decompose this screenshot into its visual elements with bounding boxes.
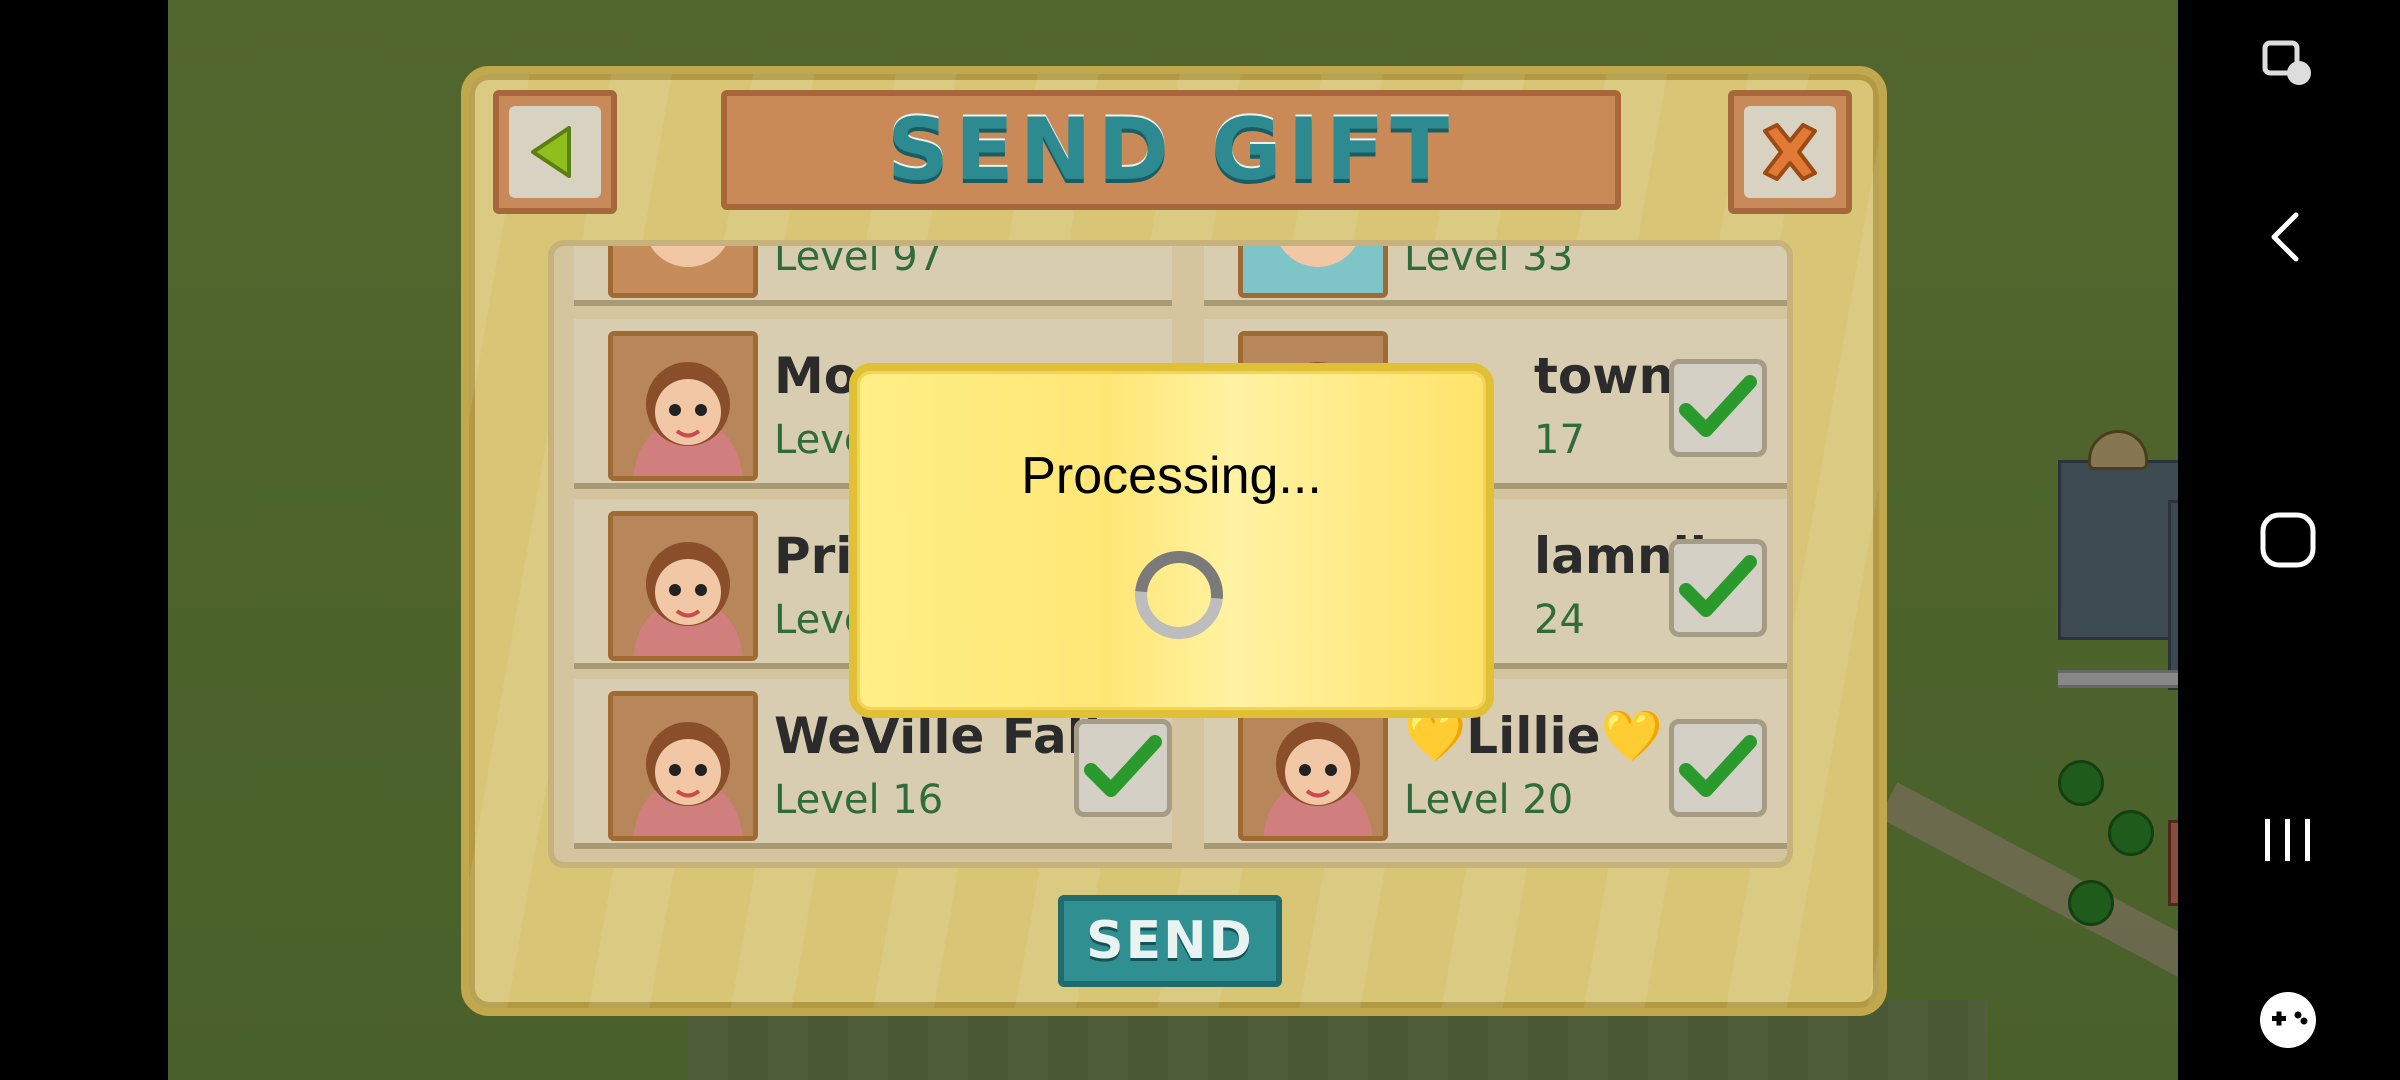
loading-spinner-icon xyxy=(1117,533,1241,657)
avatar xyxy=(608,691,758,841)
friend-name: town xyxy=(1534,347,1675,405)
friend-level: 17 xyxy=(1534,417,1585,463)
avatar xyxy=(608,246,758,298)
game-tools-button[interactable] xyxy=(2238,970,2338,1070)
square-icon xyxy=(2260,512,2316,568)
chevron-left-icon xyxy=(2271,212,2299,262)
friend-card[interactable]: Level 97 xyxy=(574,240,1172,306)
avatar xyxy=(1238,246,1388,298)
processing-modal: Processing... xyxy=(849,363,1494,718)
select-checkbox[interactable] xyxy=(1669,719,1767,817)
friend-card[interactable]: Level 33 xyxy=(1204,240,1787,306)
send-button[interactable]: SEND xyxy=(1058,895,1282,987)
checkmark-icon xyxy=(1679,375,1757,437)
friend-level: 24 xyxy=(1534,597,1585,643)
gamepad-icon xyxy=(2260,992,2316,1048)
screen-touch-icon xyxy=(2262,40,2311,85)
back-button[interactable] xyxy=(493,90,617,214)
friend-level: Level 20 xyxy=(1404,777,1574,823)
home-nav-button[interactable] xyxy=(2238,490,2338,590)
checkmark-icon xyxy=(1679,735,1757,797)
dialog-title: SEND GIFT xyxy=(887,100,1455,200)
avatar xyxy=(608,331,758,481)
checkmark-icon xyxy=(1679,555,1757,617)
recents-nav-button[interactable] xyxy=(2238,790,2338,890)
friend-level: Level 16 xyxy=(774,777,944,823)
avatar xyxy=(608,511,758,661)
friend-level: Level 33 xyxy=(1404,240,1574,280)
three-bars-icon xyxy=(2265,819,2310,861)
navigation-bar xyxy=(2178,0,2400,1080)
friend-level: Level 97 xyxy=(774,240,944,280)
left-arrow-icon xyxy=(531,126,571,178)
processing-text: Processing... xyxy=(1021,447,1322,505)
screen-touch-button[interactable] xyxy=(2238,10,2338,110)
screen: SEND GIFT Level 97 Level 33 Mom Level to… xyxy=(0,0,2400,1080)
dialog-title-banner: SEND GIFT xyxy=(721,90,1621,210)
send-button-label: SEND xyxy=(1086,911,1254,971)
checkmark-icon xyxy=(1084,735,1162,797)
back-nav-button[interactable] xyxy=(2238,187,2338,287)
close-x-icon xyxy=(1763,123,1817,181)
select-checkbox[interactable] xyxy=(1074,719,1172,817)
close-button[interactable] xyxy=(1728,90,1852,214)
select-checkbox[interactable] xyxy=(1669,359,1767,457)
select-checkbox[interactable] xyxy=(1669,539,1767,637)
